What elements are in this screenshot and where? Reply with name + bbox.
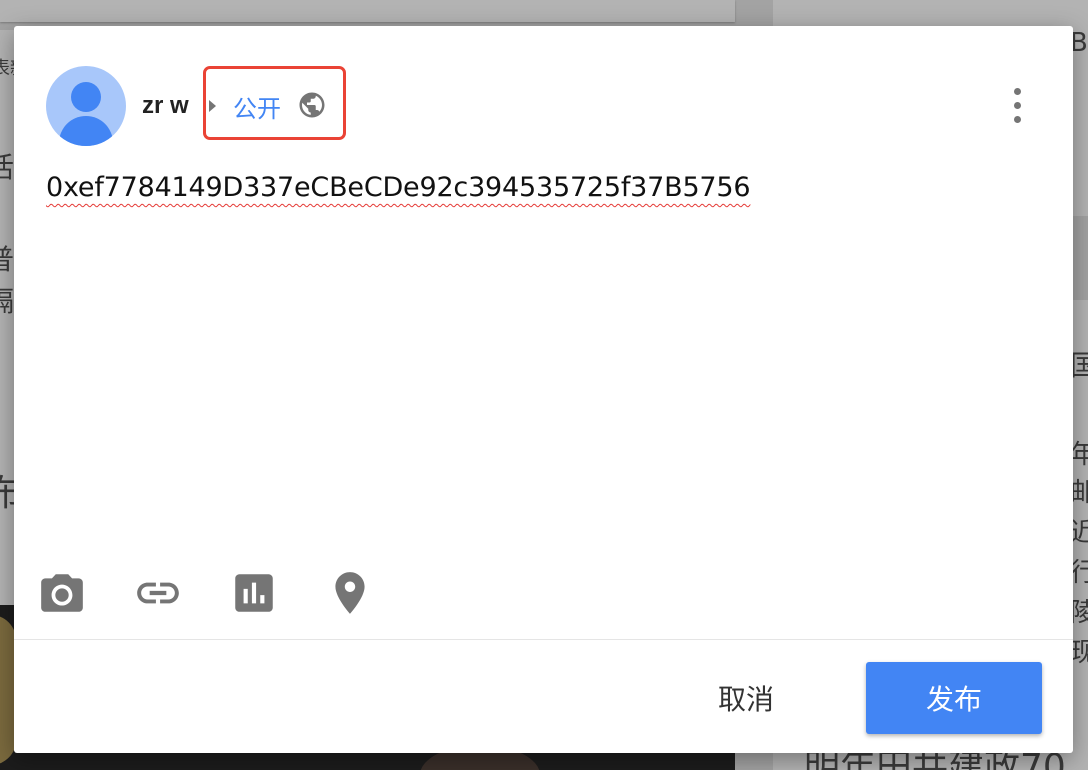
cancel-button[interactable]: 取消 xyxy=(691,662,801,734)
camera-icon-graphic xyxy=(41,574,83,612)
poll-icon[interactable] xyxy=(229,568,279,618)
poll-icon-graphic xyxy=(235,574,273,612)
dialog-divider xyxy=(14,639,1073,640)
globe-icon xyxy=(299,92,325,118)
background-text: 活 xyxy=(0,151,15,184)
more-dot xyxy=(1014,102,1021,109)
location-pin-icon[interactable] xyxy=(325,568,375,618)
author-name: zr w xyxy=(142,92,189,119)
background-text: 普 xyxy=(0,243,15,276)
link-icon-graphic xyxy=(137,582,179,604)
location-pin-icon-graphic xyxy=(335,572,365,614)
avatar-head xyxy=(71,82,101,112)
post-dialog: zr w 公开 0xef7784149D337eCBeCDe92c3945357… xyxy=(14,26,1073,753)
publish-button[interactable]: 发布 xyxy=(866,662,1042,734)
background-card xyxy=(0,0,735,22)
audience-label: 公开 xyxy=(233,95,281,123)
more-dot xyxy=(1014,116,1021,123)
audience-selector[interactable]: 公开 xyxy=(203,66,346,140)
more-vertical-icon[interactable] xyxy=(999,84,1035,128)
post-content-input[interactable]: 0xef7784149D337eCBeCDe92c394535725f37B57… xyxy=(46,172,751,203)
avatar-body xyxy=(59,116,113,146)
camera-icon[interactable] xyxy=(37,568,87,618)
more-dot xyxy=(1014,88,1021,95)
default-avatar-icon xyxy=(46,66,126,146)
link-icon[interactable] xyxy=(133,568,183,618)
background-text: 隔 xyxy=(0,285,15,318)
